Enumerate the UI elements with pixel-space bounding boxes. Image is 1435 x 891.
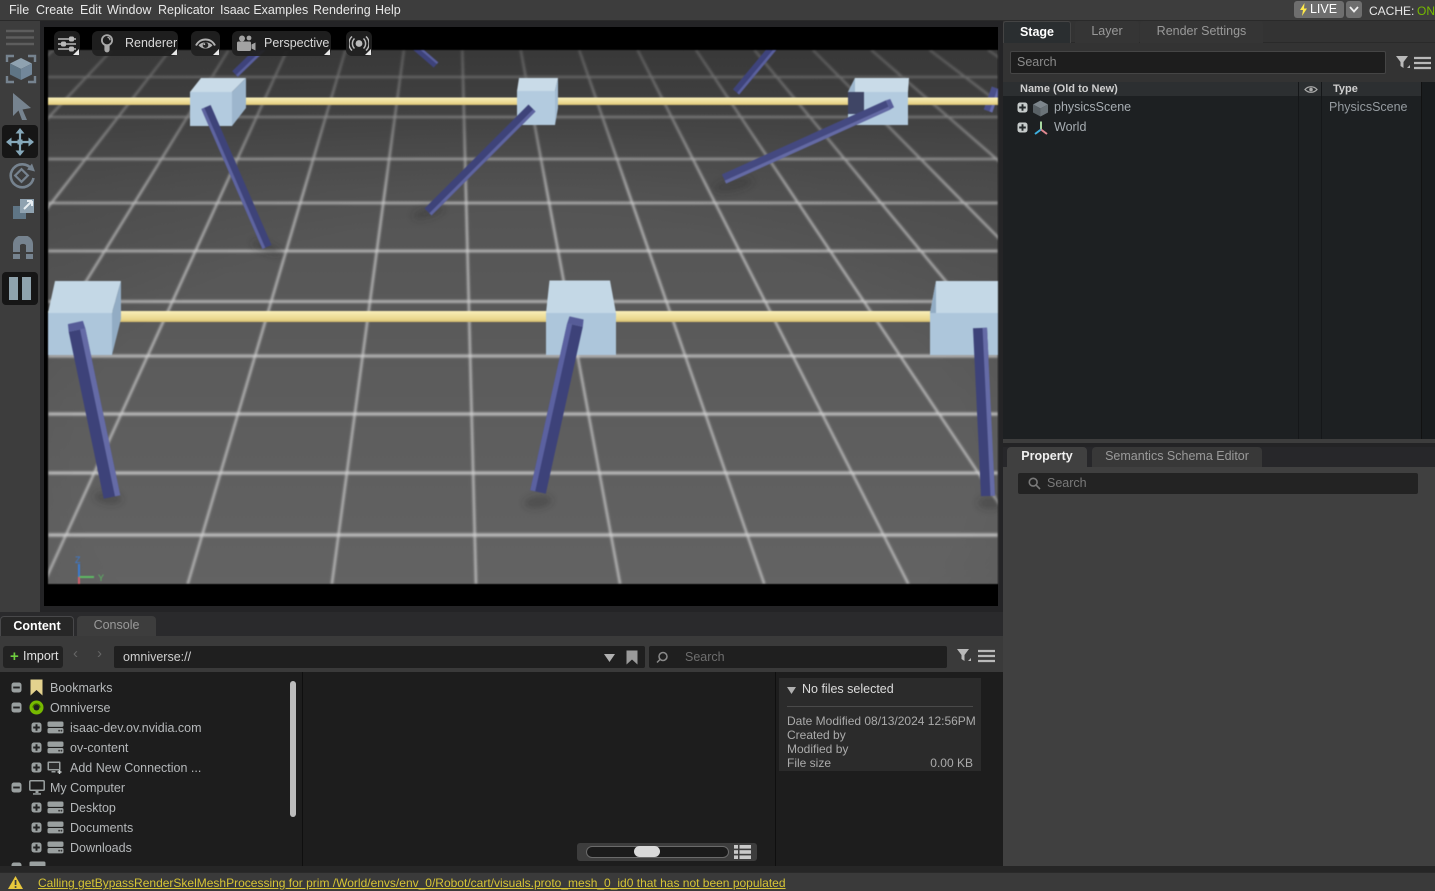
svg-text:Z: Z [75, 555, 81, 565]
svg-text:Y: Y [98, 573, 104, 583]
